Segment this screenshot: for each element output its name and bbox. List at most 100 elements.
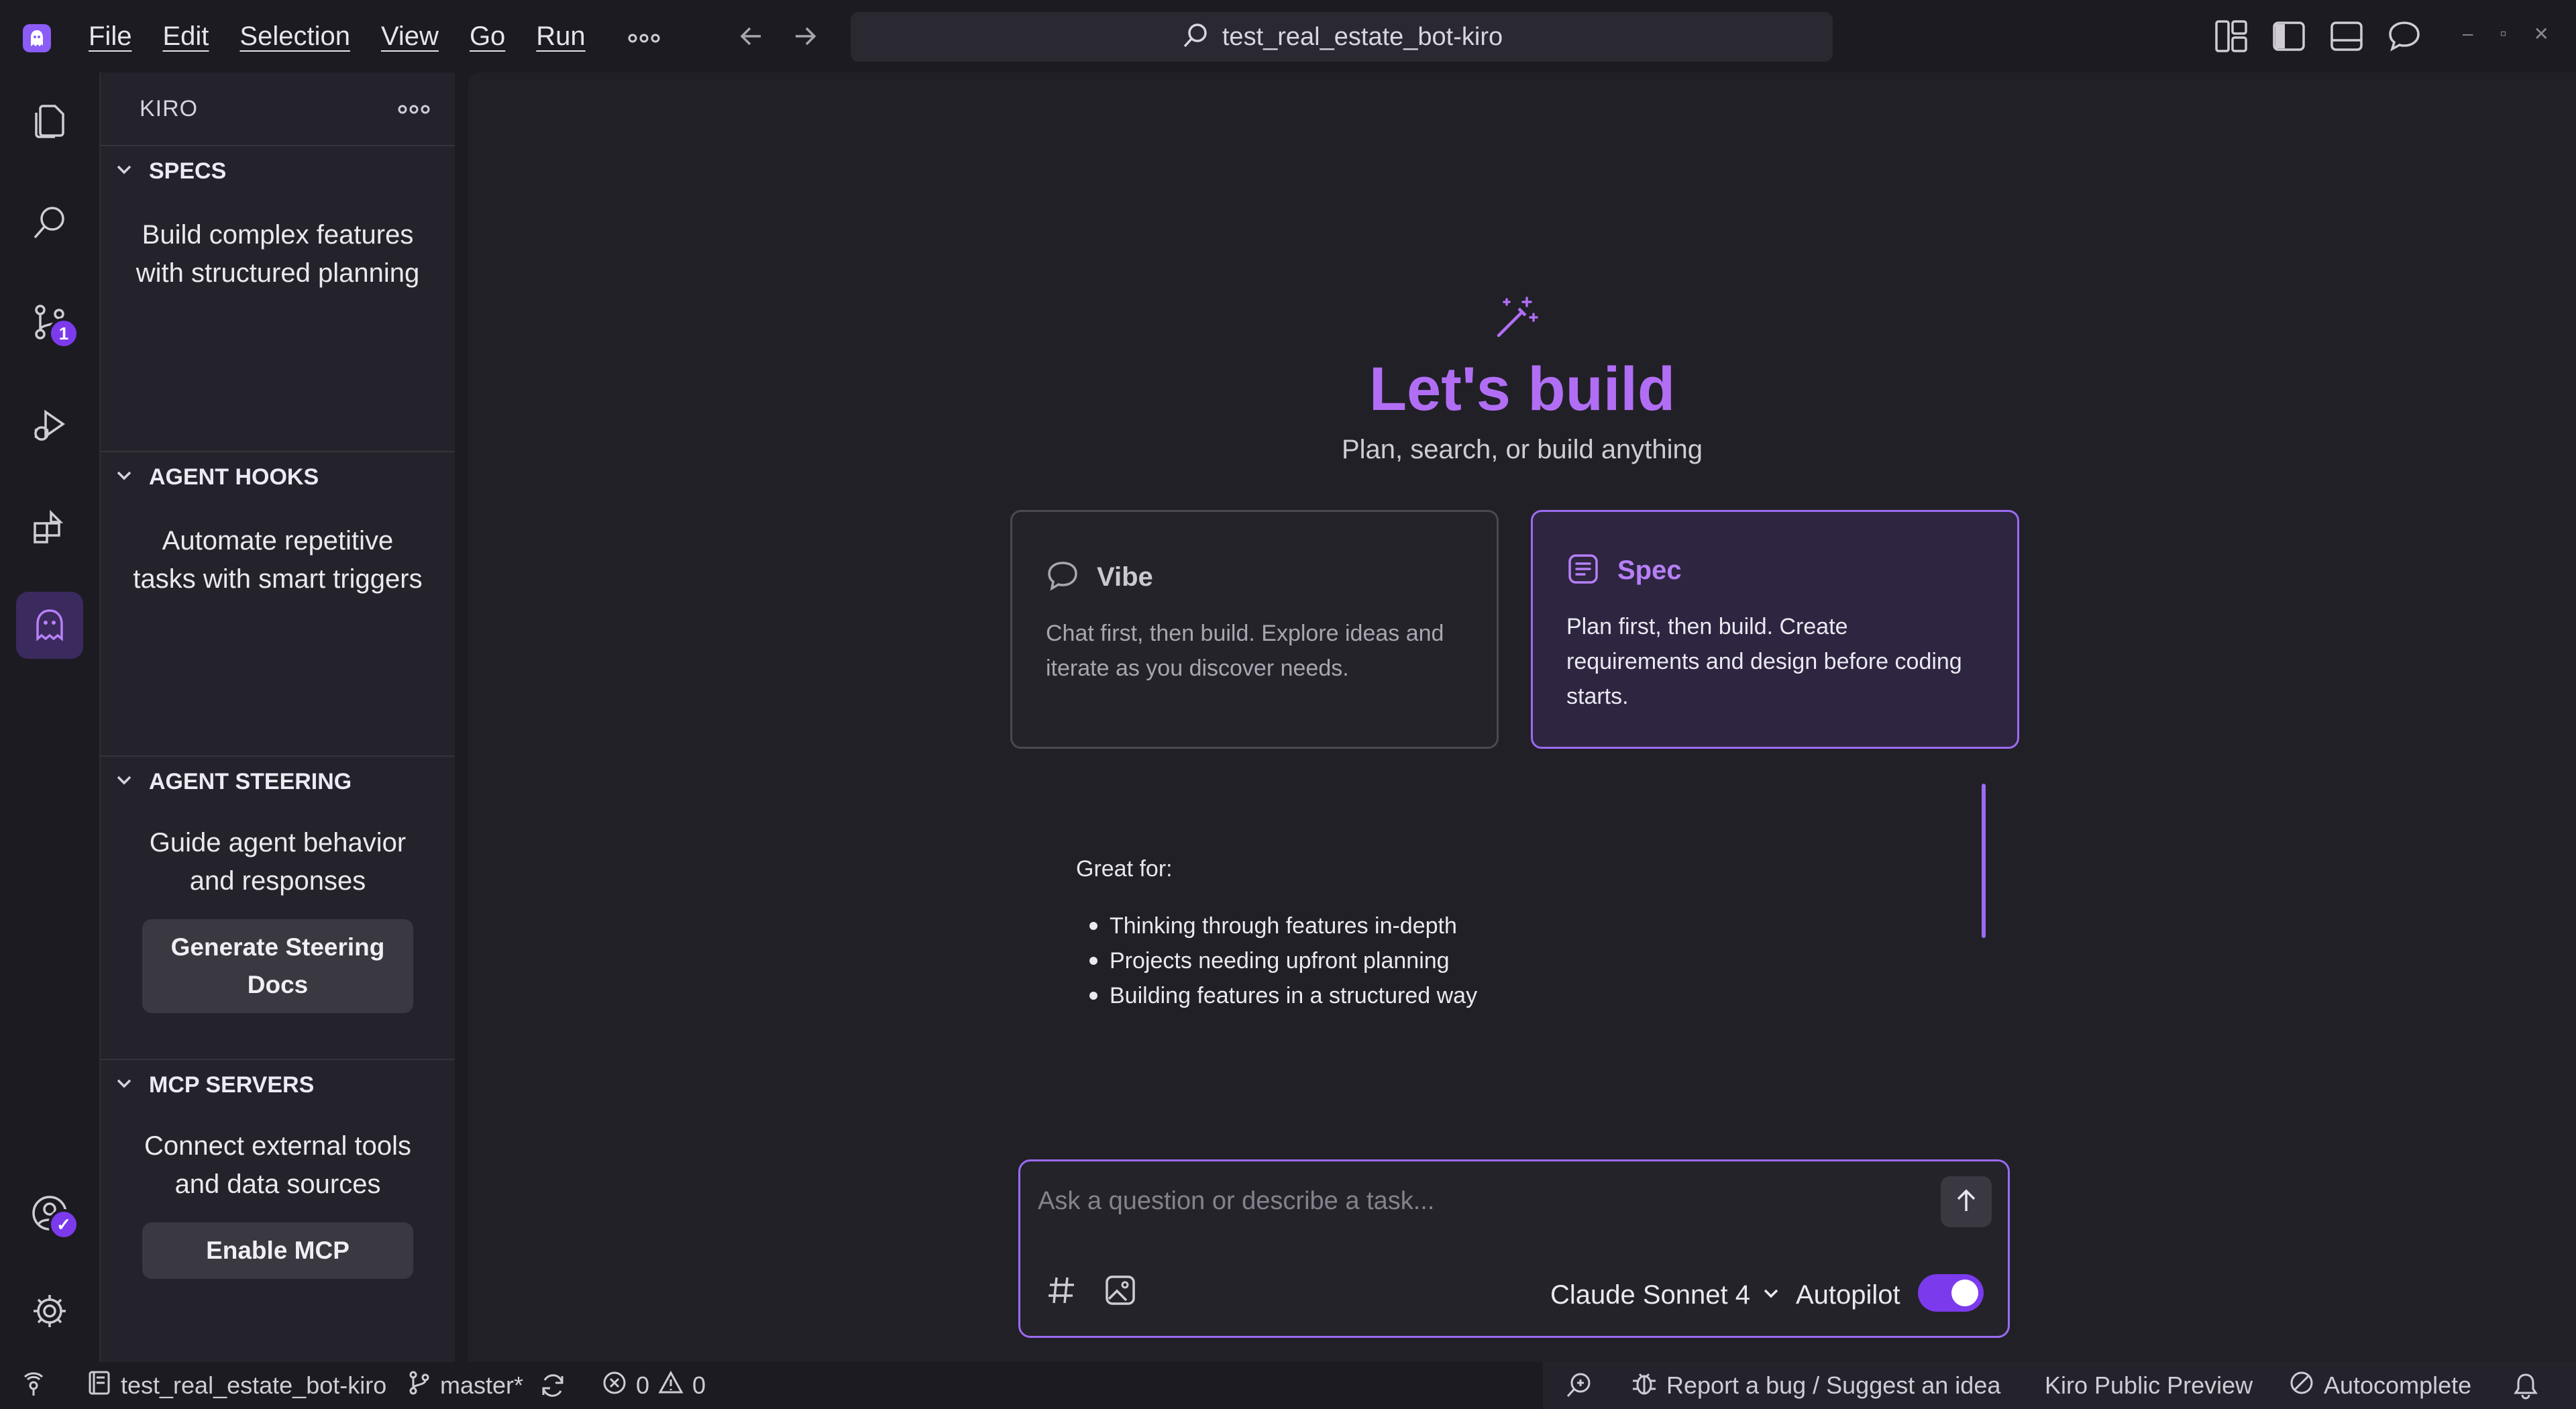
main-panel: Let's build Plan, search, or build anyth… bbox=[468, 72, 2576, 1362]
section-mcp-desc: Connect external tools and data sources bbox=[144, 1131, 411, 1199]
image-attach-icon[interactable] bbox=[1104, 1273, 1137, 1310]
section-mcp-title: MCP SERVERS bbox=[149, 1072, 315, 1098]
chevron-down-icon bbox=[114, 770, 134, 794]
menu-selection[interactable]: Selection bbox=[239, 21, 350, 52]
menu-edit[interactable]: Edit bbox=[162, 21, 209, 52]
spec-mode-card[interactable]: Spec Plan first, then build. Create requ… bbox=[1531, 510, 2019, 749]
spec-card-title: Spec bbox=[1617, 556, 1682, 585]
chat-tools bbox=[1046, 1273, 1137, 1310]
section-specs: SPECS Build complex features with struct… bbox=[101, 146, 455, 452]
vibe-card-header: Vibe bbox=[1046, 559, 1463, 596]
report-bug-link[interactable]: Report a bug / Suggest an idea bbox=[1630, 1362, 2000, 1409]
problems-indicator[interactable]: 0 0 bbox=[601, 1362, 706, 1409]
toggle-panel-icon[interactable] bbox=[2329, 19, 2364, 54]
kiro-sidebar: KIRO SPECS Build complex features with s… bbox=[99, 72, 455, 1362]
autopilot-label: Autopilot bbox=[1796, 1280, 1900, 1310]
toggle-knob bbox=[1951, 1280, 1978, 1306]
section-steering-header[interactable]: AGENT STEERING bbox=[101, 757, 455, 806]
chat-input[interactable] bbox=[1038, 1178, 1937, 1224]
sidebar-header: KIRO bbox=[101, 72, 455, 146]
menu-run[interactable]: Run bbox=[536, 21, 585, 52]
account-check-badge: ✓ bbox=[48, 1209, 79, 1240]
great-for-label: Great for: bbox=[1076, 856, 1173, 882]
back-arrow-icon[interactable] bbox=[735, 20, 767, 52]
section-specs-desc: Build complex features with structured p… bbox=[136, 220, 420, 288]
autocomplete-toggle[interactable]: Autocomplete bbox=[2288, 1362, 2471, 1409]
remote-indicator-icon[interactable] bbox=[20, 1362, 47, 1409]
branch-indicator[interactable]: master* bbox=[405, 1362, 523, 1409]
search-view-icon[interactable] bbox=[16, 189, 83, 256]
maximize-icon[interactable]: ▫ bbox=[2500, 23, 2507, 45]
sync-icon[interactable] bbox=[538, 1362, 568, 1409]
source-control-badge: 1 bbox=[48, 318, 79, 349]
notifications-bell-icon[interactable] bbox=[2512, 1362, 2540, 1409]
disabled-circle-icon bbox=[2288, 1369, 2316, 1403]
bug-icon bbox=[1630, 1369, 1658, 1403]
forward-arrow-icon[interactable] bbox=[789, 20, 821, 52]
list-item: Projects needing upfront planning bbox=[1089, 943, 1477, 978]
settings-gear-icon[interactable] bbox=[16, 1277, 83, 1345]
zoom-search-icon[interactable] bbox=[1564, 1362, 1594, 1409]
section-mcp-servers: MCP SERVERS Connect external tools and d… bbox=[101, 1060, 455, 1362]
sidebar-title: KIRO bbox=[140, 95, 199, 121]
model-selector[interactable]: Claude Sonnet 4 bbox=[1550, 1280, 1781, 1310]
section-agent-steering: AGENT STEERING Guide agent behavior and … bbox=[101, 757, 455, 1060]
section-hooks-header[interactable]: AGENT HOOKS bbox=[101, 452, 455, 502]
extensions-icon[interactable] bbox=[16, 494, 83, 561]
toggle-sidebar-icon[interactable] bbox=[2271, 19, 2306, 54]
model-name: Claude Sonnet 4 bbox=[1550, 1280, 1751, 1310]
chat-bubble-icon bbox=[1046, 559, 1079, 596]
spec-card-desc: Plan first, then build. Create requireme… bbox=[1566, 614, 1962, 709]
title-bar: File Edit Selection View Go Run test_rea… bbox=[0, 0, 2576, 72]
generate-steering-docs-button[interactable]: Generate Steering Docs bbox=[142, 919, 413, 1013]
kiro-logo-icon bbox=[23, 24, 51, 52]
kiro-preview-label[interactable]: Kiro Public Preview bbox=[2045, 1362, 2253, 1409]
section-mcp-header[interactable]: MCP SERVERS bbox=[101, 1060, 455, 1110]
section-hooks-desc: Automate repetitive tasks with smart tri… bbox=[133, 526, 423, 594]
chevron-down-icon bbox=[114, 160, 134, 183]
status-bar: test_real_estate_bot-kiro master* 0 0 Re… bbox=[0, 1362, 2576, 1409]
close-icon[interactable]: ✕ bbox=[2534, 23, 2549, 45]
section-specs-header[interactable]: SPECS bbox=[101, 146, 455, 196]
command-center-search[interactable]: test_real_estate_bot-kiro bbox=[851, 12, 1833, 62]
autopilot-toggle[interactable] bbox=[1918, 1274, 1984, 1312]
explorer-icon[interactable] bbox=[16, 87, 83, 154]
send-button[interactable] bbox=[1941, 1176, 1992, 1227]
customize-layout-icon[interactable] bbox=[2214, 19, 2249, 54]
menu-more-icon[interactable] bbox=[627, 21, 661, 52]
menu-bar: File Edit Selection View Go Run bbox=[89, 0, 661, 72]
chat-toggle-icon[interactable] bbox=[2387, 19, 2422, 54]
repo-indicator[interactable]: test_real_estate_bot-kiro bbox=[86, 1362, 386, 1409]
kiro-ghost-icon[interactable] bbox=[16, 592, 83, 659]
search-text: test_real_estate_bot-kiro bbox=[1222, 22, 1503, 51]
search-icon bbox=[1181, 21, 1210, 54]
source-control-icon[interactable]: 1 bbox=[16, 289, 83, 356]
menu-view[interactable]: View bbox=[381, 21, 439, 52]
account-icon[interactable]: ✓ bbox=[16, 1180, 83, 1247]
enable-mcp-button[interactable]: Enable MCP bbox=[142, 1222, 413, 1279]
run-debug-icon[interactable] bbox=[16, 392, 83, 459]
minimize-icon[interactable]: – bbox=[2463, 23, 2473, 45]
autocomplete-text: Autocomplete bbox=[2324, 1371, 2472, 1399]
section-steering-title: AGENT STEERING bbox=[149, 768, 352, 794]
page-title: Let's build bbox=[1368, 355, 1676, 423]
branch-name: master* bbox=[440, 1371, 524, 1399]
chevron-down-icon bbox=[114, 466, 134, 489]
great-for-list: Thinking through features in-depth Proje… bbox=[1089, 908, 1477, 1013]
sidebar-more-icon[interactable] bbox=[397, 96, 431, 122]
chat-composer: Claude Sonnet 4 Autopilot bbox=[1018, 1159, 2010, 1338]
vibe-mode-card[interactable]: Vibe Chat first, then build. Explore ide… bbox=[1010, 510, 1499, 749]
section-specs-title: SPECS bbox=[149, 158, 227, 184]
list-item: Thinking through features in-depth bbox=[1089, 908, 1477, 943]
context-hash-icon[interactable] bbox=[1046, 1275, 1077, 1309]
spec-card-header: Spec bbox=[1566, 552, 1984, 589]
menu-file[interactable]: File bbox=[89, 21, 131, 52]
warning-icon bbox=[657, 1369, 684, 1402]
chevron-down-icon bbox=[114, 1074, 134, 1097]
git-branch-icon bbox=[405, 1369, 432, 1402]
error-icon bbox=[601, 1369, 628, 1402]
accent-divider bbox=[1982, 784, 1986, 938]
menu-go[interactable]: Go bbox=[470, 21, 505, 52]
kiro-preview-text: Kiro Public Preview bbox=[2045, 1371, 2253, 1399]
page-subtitle: Plan, search, or build anything bbox=[1341, 435, 1703, 464]
